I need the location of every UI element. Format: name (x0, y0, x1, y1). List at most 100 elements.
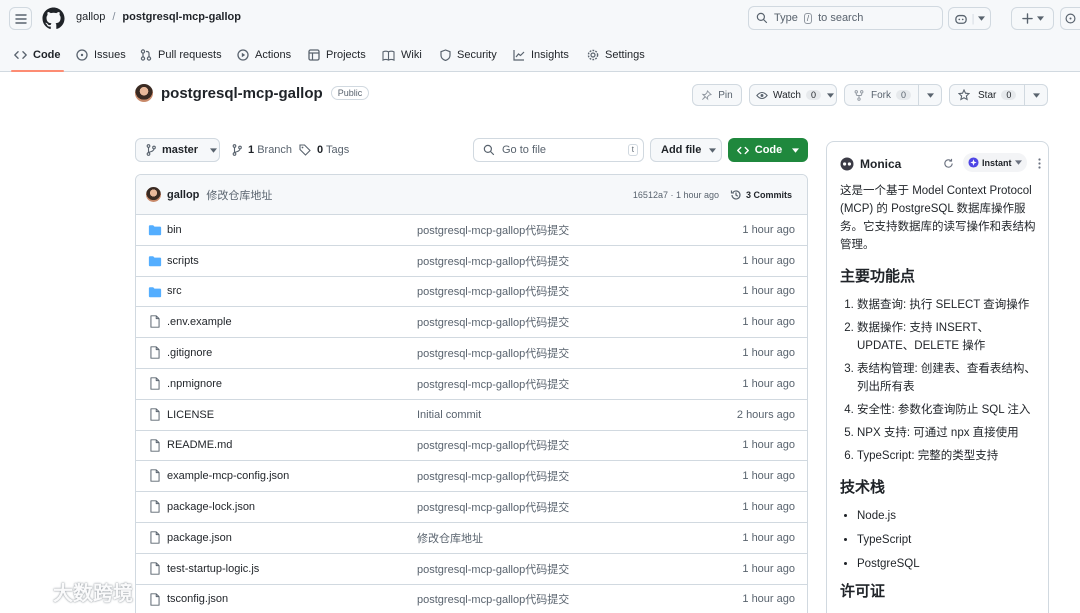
code-button[interactable]: Code (728, 138, 808, 162)
file-commit-message[interactable]: postgresql-mcp-gallop代码提交 (417, 437, 569, 453)
tab-code[interactable]: Code (11, 38, 63, 72)
branch-count-label: Branch (257, 144, 293, 156)
file-commit-message[interactable]: postgresql-mcp-gallop代码提交 (417, 499, 569, 515)
github-logo-icon[interactable] (42, 7, 65, 30)
commits-link[interactable]: 3 Commits (730, 189, 792, 201)
watch-button[interactable]: Watch 0 (749, 84, 837, 106)
owner-avatar[interactable] (135, 84, 153, 102)
tag-count-label: Tags (325, 144, 350, 156)
file-commit-age: 1 hour ago (742, 593, 795, 606)
branches-link[interactable]: 1 Branch (232, 138, 292, 162)
tab-settings[interactable]: Settings (587, 38, 645, 72)
search-input[interactable]: Type / to search (748, 6, 943, 30)
file-commit-message[interactable]: postgresql-mcp-gallop代码提交 (417, 283, 569, 299)
file-commit-age: 1 hour ago (742, 285, 795, 298)
star-button[interactable]: Star 0 (949, 84, 1048, 106)
file-commit-message[interactable]: Initial commit (417, 409, 481, 421)
breadcrumb-owner[interactable]: gallop (76, 11, 105, 23)
feature-item: 表结构管理: 创建表、查看表结构、列出所有表 (857, 360, 1040, 396)
commit-author[interactable]: gallop (167, 189, 199, 201)
file-row[interactable]: example-mcp-config.json postgresql-mcp-ga… (136, 461, 807, 493)
file-commit-message[interactable]: postgresql-mcp-gallop代码提交 (417, 376, 569, 392)
feature-item: TypeScript: 完整的类型支持 (857, 447, 1040, 465)
tab-issues[interactable]: Issues (76, 38, 126, 72)
fork-dropdown[interactable] (919, 92, 941, 98)
file-name[interactable]: .npmignore (167, 378, 222, 390)
stack-heading: 技术栈 (840, 479, 886, 496)
file-row[interactable]: LICENSE Initial commit 2 hours ago (136, 400, 807, 431)
file-commit-message[interactable]: postgresql-mcp-gallop代码提交 (417, 253, 569, 269)
file-name[interactable]: package-lock.json (167, 501, 255, 513)
file-row[interactable]: src postgresql-mcp-gallop代码提交 1 hour ago (136, 277, 807, 308)
fork-count: 0 (896, 90, 912, 100)
branch-selector[interactable]: master (135, 138, 220, 162)
tab-pull-requests[interactable]: Pull requests (140, 38, 222, 72)
file-name[interactable]: example-mcp-config.json (167, 470, 289, 482)
file-row[interactable]: .env.example postgresql-mcp-gallop代码提交 1 h… (136, 307, 807, 339)
file-name[interactable]: package.json (167, 532, 232, 544)
tab-security[interactable]: Security (440, 38, 497, 72)
tab-wiki[interactable]: Wiki (382, 38, 422, 72)
file-name[interactable]: tsconfig.json (167, 593, 228, 605)
add-file-label: Add file (661, 144, 702, 156)
issues-shortcut-button[interactable] (1060, 7, 1080, 30)
fork-button[interactable]: Fork 0 (844, 84, 942, 106)
file-name[interactable]: .gitignore (167, 347, 212, 359)
copilot-button[interactable]: | (948, 7, 991, 30)
file-row[interactable]: .gitignore postgresql-mcp-gallop代码提交 1 hou… (136, 338, 807, 369)
branch-icon (232, 144, 242, 156)
file-name[interactable]: scripts (167, 255, 199, 267)
file-commit-message[interactable]: postgresql-mcp-gallop代码提交 (417, 468, 569, 484)
file-name[interactable]: bin (167, 224, 182, 236)
refresh-icon[interactable] (943, 158, 954, 169)
create-new-button[interactable] (1011, 7, 1054, 30)
fork-main[interactable]: Fork 0 (845, 85, 918, 105)
file-row[interactable]: README.md postgresql-mcp-gallop代码提交 1 hour… (136, 431, 807, 462)
tab-actions[interactable]: Actions (237, 38, 291, 72)
tab-projects[interactable]: Projects (308, 38, 366, 72)
repo-name[interactable]: postgresql-mcp-gallop (161, 85, 323, 102)
file-row[interactable]: test-startup-logic.js postgresql-mcp-gall… (136, 554, 807, 585)
commit-meta[interactable]: 16512a7 · 1 hour ago (633, 190, 719, 200)
commit-author-avatar[interactable] (146, 187, 161, 202)
go-to-file-input[interactable]: Go to file t (473, 138, 644, 162)
file-commit-message[interactable]: postgresql-mcp-gallop代码提交 (417, 591, 569, 607)
more-options-icon[interactable] (1038, 158, 1041, 169)
file-commit-message[interactable]: postgresql-mcp-gallop代码提交 (417, 222, 569, 238)
file-name[interactable]: LICENSE (167, 409, 214, 421)
stack-item: Node.js (857, 507, 1040, 525)
commit-message[interactable]: 修改仓库地址 (206, 187, 272, 203)
file-name[interactable]: README.md (167, 439, 232, 451)
file-commit-message[interactable]: postgresql-mcp-gallop代码提交 (417, 345, 569, 361)
menu-button[interactable] (9, 7, 32, 30)
tags-link[interactable]: 0 Tags (299, 138, 349, 162)
file-name[interactable]: .env.example (167, 316, 232, 328)
code-button-label: Code (754, 144, 783, 156)
file-row[interactable]: package.json 修改仓库地址 1 hour ago (136, 523, 807, 554)
file-commit-age: 1 hour ago (742, 501, 795, 514)
mode-selector[interactable]: Instant (963, 153, 1027, 172)
file-row[interactable]: bin postgresql-mcp-gallop代码提交 1 hour ago (136, 215, 807, 246)
file-row[interactable]: tsconfig.json postgresql-mcp-gallop代码提交 1 … (136, 585, 807, 613)
add-file-button[interactable]: Add file (650, 138, 722, 162)
file-commit-age: 1 hour ago (742, 439, 795, 452)
file-name[interactable]: test-startup-logic.js (167, 563, 259, 575)
file-commit-message[interactable]: postgresql-mcp-gallop代码提交 (417, 314, 569, 330)
star-dropdown[interactable] (1025, 92, 1047, 98)
branch-count: 1 (248, 144, 255, 156)
history-icon (730, 189, 741, 200)
file-name[interactable]: src (167, 285, 182, 297)
file-icon (150, 469, 160, 483)
file-commit-message[interactable]: postgresql-mcp-gallop代码提交 (417, 561, 569, 577)
tab-label: Security (457, 49, 497, 61)
play-icon (237, 49, 249, 61)
folder-icon (148, 255, 162, 267)
pin-button[interactable]: Pin (692, 84, 742, 106)
tab-insights[interactable]: Insights (513, 38, 569, 72)
star-main[interactable]: Star 0 (950, 85, 1024, 105)
breadcrumb-repo[interactable]: postgresql-mcp-gallop (122, 11, 241, 23)
file-commit-message[interactable]: 修改仓库地址 (417, 530, 483, 546)
file-row[interactable]: package-lock.json postgresql-mcp-gallop代码… (136, 492, 807, 523)
file-row[interactable]: scripts postgresql-mcp-gallop代码提交 1 hour a… (136, 246, 807, 277)
file-row[interactable]: .npmignore postgresql-mcp-gallop代码提交 1 hou… (136, 369, 807, 400)
